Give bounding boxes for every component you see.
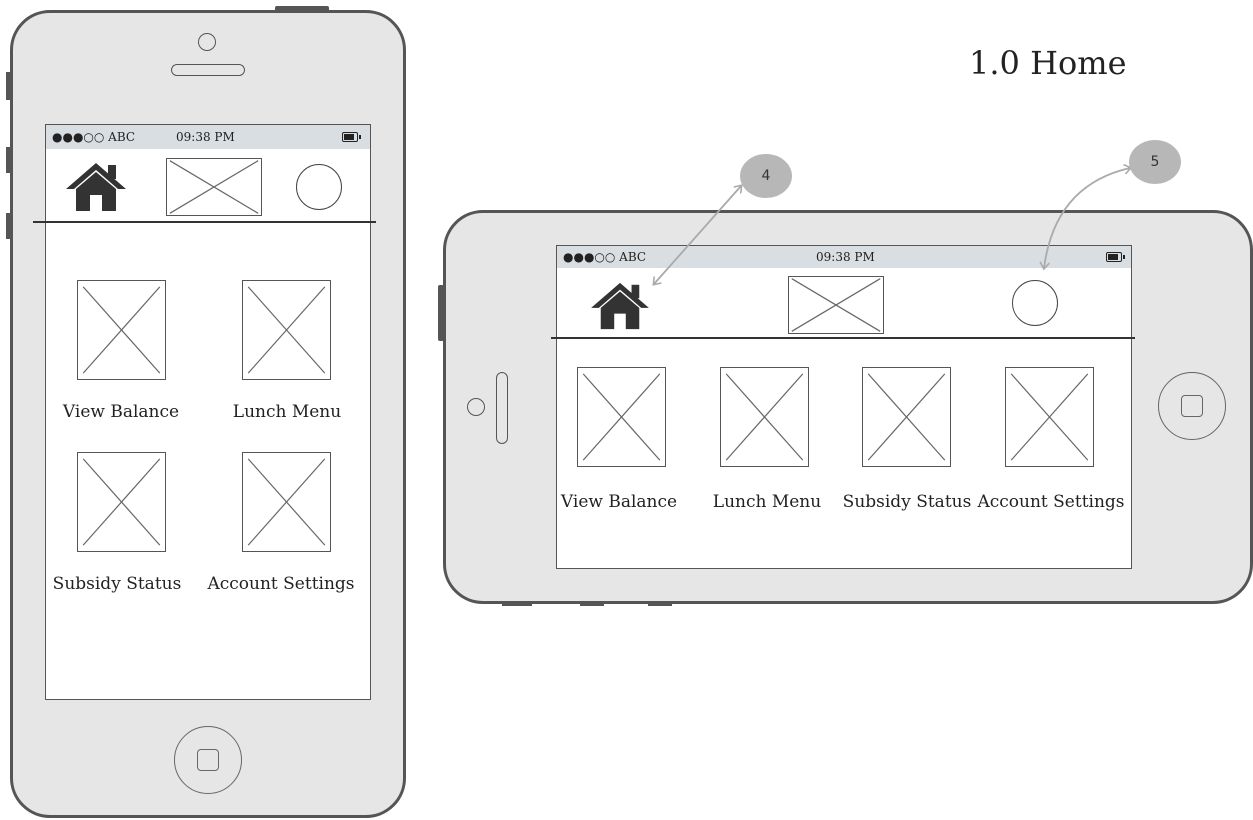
callout-5-arrow xyxy=(1044,168,1130,268)
callout-4-arrow xyxy=(654,186,741,284)
callout-badge-5: 5 xyxy=(1129,140,1181,184)
callout-badge-4: 4 xyxy=(740,154,792,198)
callout-arrows xyxy=(0,0,1253,820)
